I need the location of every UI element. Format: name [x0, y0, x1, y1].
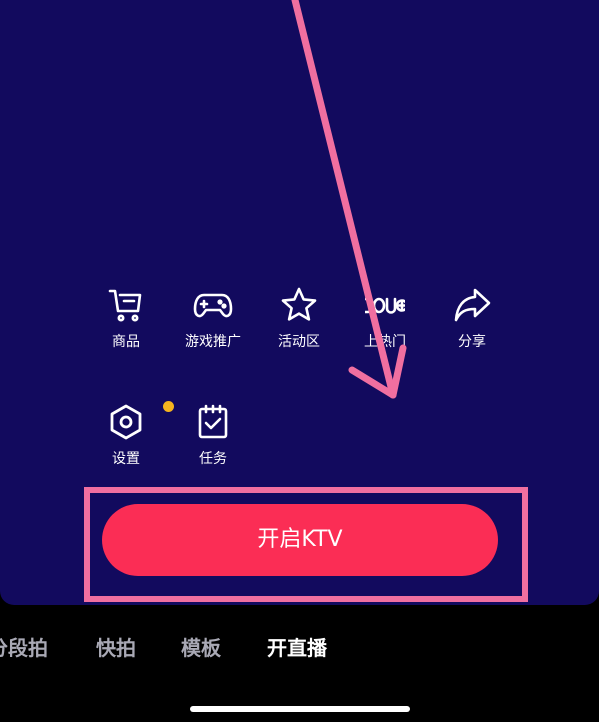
mode-tabs-bar [0, 605, 599, 722]
live-tools-panel: 商品 游戏推广 活动区 上热门 分享 设置 任务 开启KTV [0, 0, 599, 605]
tool-label: 游戏推广 [185, 334, 241, 350]
tool-game-promotion[interactable]: 游戏推广 [168, 285, 258, 365]
tool-label: 商品 [112, 334, 140, 350]
gamepad-icon [193, 285, 233, 325]
tool-goods[interactable]: 商品 [81, 285, 171, 365]
mode-tab-template[interactable]: 模板 [181, 632, 221, 661]
mode-tab-quick[interactable]: 快拍 [96, 632, 136, 661]
tool-label: 活动区 [278, 334, 320, 350]
share-icon [452, 285, 492, 325]
tool-tasks[interactable]: 任务 [168, 402, 258, 482]
tool-label: 上热门 [364, 334, 406, 350]
home-indicator[interactable] [190, 706, 410, 712]
highlight-box [84, 487, 528, 602]
tool-label: 任务 [199, 451, 227, 467]
mode-tab-segment[interactable]: 分段拍 [0, 632, 48, 661]
dou-plus-icon [365, 285, 405, 325]
screen: 商品 游戏推广 活动区 上热门 分享 设置 任务 开启KTV 段拍 快拍 模板 … [0, 0, 599, 722]
settings-icon [106, 401, 174, 442]
tool-label: 设置 [112, 451, 140, 467]
task-icon [193, 402, 233, 442]
tool-share[interactable]: 分享 [427, 285, 517, 365]
star-icon [279, 285, 319, 325]
mode-tab-live[interactable]: 开直播 [267, 632, 327, 661]
tool-dou-plus[interactable]: 上热门 [340, 285, 430, 365]
tool-label: 分享 [458, 334, 486, 350]
cart-icon [106, 285, 146, 325]
tool-activity-zone[interactable]: 活动区 [254, 285, 344, 365]
tool-settings[interactable]: 设置 [81, 401, 174, 482]
